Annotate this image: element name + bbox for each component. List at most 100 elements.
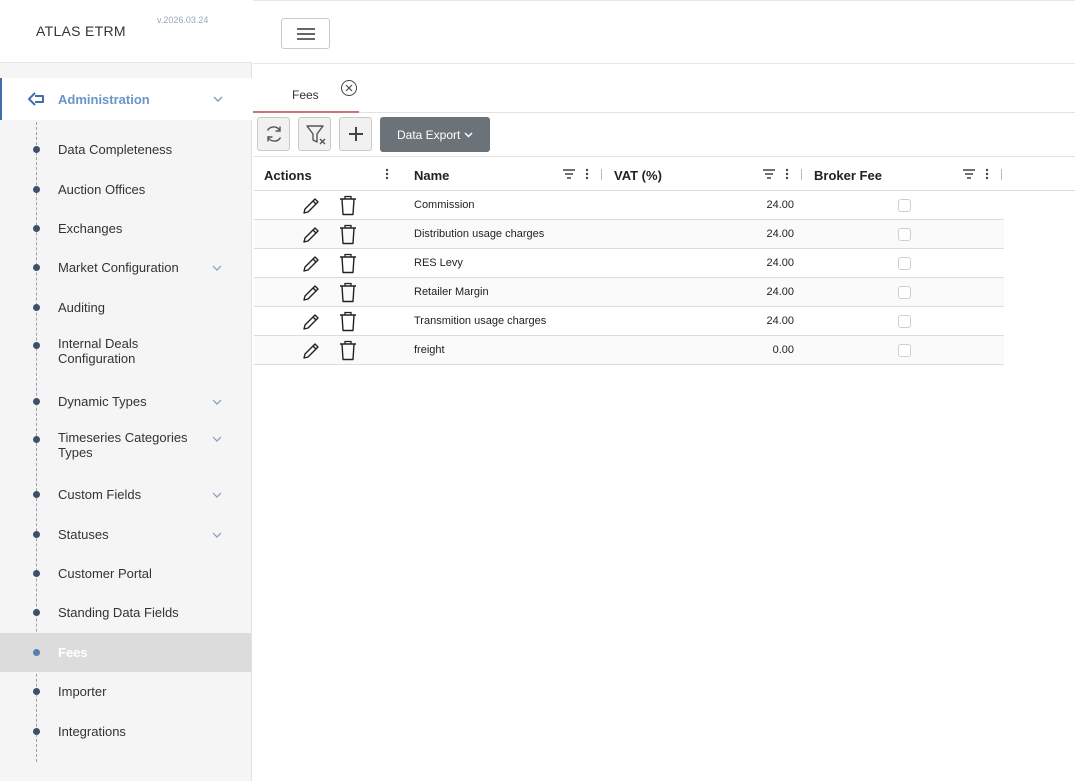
data-export-button[interactable]: Data Export <box>380 117 490 152</box>
vat-cell: 24.00 <box>766 286 794 298</box>
add-fee-button[interactable] <box>339 117 372 151</box>
trash-icon[interactable] <box>339 311 357 332</box>
sidebar-item-auditing[interactable]: Auditing <box>0 288 251 327</box>
fee-name-cell: Retailer Margin <box>414 286 489 298</box>
sidebar-item-statuses[interactable]: Statuses <box>0 515 251 554</box>
app-version: v.2026.03.24 <box>157 15 209 25</box>
tab-fees[interactable]: Fees <box>253 64 359 113</box>
broker-fee-checkbox[interactable] <box>898 315 911 328</box>
sidebar-section-label: Administration <box>58 92 150 107</box>
sidebar-item-internal-deals-configuration[interactable]: Internal Deals Configuration <box>0 327 251 381</box>
sidebar-item-integrations[interactable]: Integrations <box>0 712 251 751</box>
column-header-vat[interactable]: VAT (%) <box>604 157 804 192</box>
vat-cell: 24.00 <box>766 257 794 269</box>
edit-pencil-icon[interactable] <box>301 254 321 274</box>
chevron-down-icon[interactable] <box>212 93 224 105</box>
tree-node-dot <box>33 609 40 616</box>
sidebar-item-standing-data-fields[interactable]: Standing Data Fields <box>0 593 251 632</box>
tree-node-dot <box>33 342 40 349</box>
column-header-name[interactable]: Name <box>404 157 604 192</box>
refresh-icon <box>266 126 282 142</box>
column-header-broker-fee[interactable]: Broker Fee <box>804 157 1004 192</box>
close-tab-icon[interactable] <box>340 79 358 97</box>
clear-filters-button[interactable] <box>298 117 331 151</box>
sidebar-section-administration[interactable]: Administration <box>0 78 252 120</box>
sidebar-item-custom-fields[interactable]: Custom Fields <box>0 475 251 514</box>
sidebar-item-exchanges[interactable]: Exchanges <box>0 209 251 248</box>
filter-icon[interactable] <box>963 169 975 179</box>
data-export-label: Data Export <box>397 128 461 142</box>
sidebar-item-label: Importer <box>58 684 107 699</box>
column-menu-icon[interactable] <box>585 168 589 180</box>
app-brand: ATLAS ETRM <box>36 23 126 39</box>
tree-node-dot <box>33 531 40 538</box>
menu-toggle-button[interactable] <box>281 18 330 49</box>
broker-fee-checkbox[interactable] <box>898 344 911 357</box>
tree-node-dot <box>33 728 40 735</box>
sidebar-item-market-configuration[interactable]: Market Configuration <box>0 248 251 287</box>
chevron-down-icon[interactable] <box>212 263 222 273</box>
chevron-down-icon[interactable] <box>212 530 222 540</box>
column-header-actions[interactable]: Actions <box>254 157 404 192</box>
chevron-down-icon[interactable] <box>212 434 222 444</box>
sidebar-item-label: Dynamic Types <box>58 394 147 409</box>
broker-fee-checkbox[interactable] <box>898 199 911 212</box>
broker-fee-checkbox[interactable] <box>898 257 911 270</box>
table-row: Commission 24.00 <box>254 191 1004 220</box>
filter-icon[interactable] <box>763 169 775 179</box>
sidebar-item-label: Market Configuration <box>58 260 179 275</box>
sidebar-item-label: Integrations <box>58 724 126 739</box>
hamburger-icon <box>297 28 315 30</box>
trash-icon[interactable] <box>339 195 357 216</box>
fee-name-cell: RES Levy <box>414 257 463 269</box>
fee-name-cell: freight <box>414 344 445 356</box>
chevron-down-icon <box>464 132 473 138</box>
tree-node-dot <box>33 398 40 405</box>
vat-cell: 24.00 <box>766 199 794 211</box>
sidebar-item-timeseries-categories-types[interactable]: Timeseries Categories Types <box>0 421 251 475</box>
sidebar-item-auction-offices[interactable]: Auction Offices <box>0 170 251 209</box>
tree-node-dot <box>33 304 40 311</box>
tree-node-dot <box>33 264 40 271</box>
fee-name-cell: Distribution usage charges <box>414 228 545 240</box>
sidebar-item-dynamic-types[interactable]: Dynamic Types <box>0 382 251 421</box>
column-separator[interactable] <box>1001 169 1002 180</box>
sidebar-item-label: Custom Fields <box>58 487 142 502</box>
trash-icon[interactable] <box>339 253 357 274</box>
edit-pencil-icon[interactable] <box>301 225 321 245</box>
broker-fee-checkbox[interactable] <box>898 286 911 299</box>
sidebar-item-label: Internal Deals Configuration <box>58 336 139 366</box>
chevron-down-icon[interactable] <box>212 490 222 500</box>
trash-icon[interactable] <box>339 282 357 303</box>
sidebar-item-label: Exchanges <box>58 221 123 236</box>
trash-icon[interactable] <box>339 224 357 245</box>
edit-pencil-icon[interactable] <box>301 196 321 216</box>
filter-icon[interactable] <box>563 169 575 179</box>
sidebar-item-fees[interactable]: Fees <box>0 633 251 672</box>
edit-pencil-icon[interactable] <box>301 341 321 361</box>
broker-fee-checkbox[interactable] <box>898 228 911 241</box>
column-menu-icon[interactable] <box>785 168 789 180</box>
column-separator[interactable] <box>801 169 802 180</box>
sidebar-item-importer[interactable]: Importer <box>0 672 251 711</box>
tree-node-dot <box>33 491 40 498</box>
trash-icon[interactable] <box>339 340 357 361</box>
column-menu-icon[interactable] <box>385 168 389 180</box>
tree-node-dot <box>33 649 40 656</box>
grid-header: Actions Name VAT (%) Broker Fee <box>254 156 1075 191</box>
refresh-button[interactable] <box>257 117 290 151</box>
tree-node-dot <box>33 688 40 695</box>
fee-name-cell: Commission <box>414 199 475 211</box>
edit-pencil-icon[interactable] <box>301 312 321 332</box>
sidebar-item-data-completeness[interactable]: Data Completeness <box>0 130 251 169</box>
edit-pencil-icon[interactable] <box>301 283 321 303</box>
brand-area: ATLAS ETRM v.2026.03.24 <box>0 0 252 63</box>
column-separator[interactable] <box>601 169 602 180</box>
tab-strip: Fees <box>253 64 1075 113</box>
sidebar-item-customer-portal[interactable]: Customer Portal <box>0 554 251 593</box>
column-menu-icon[interactable] <box>985 168 989 180</box>
sidebar-item-label: Timeseries Categories Types <box>58 430 188 460</box>
table-row: Transmition usage charges 24.00 <box>254 307 1004 336</box>
sidebar-item-label: Data Completeness <box>58 142 173 157</box>
chevron-down-icon[interactable] <box>212 397 222 407</box>
